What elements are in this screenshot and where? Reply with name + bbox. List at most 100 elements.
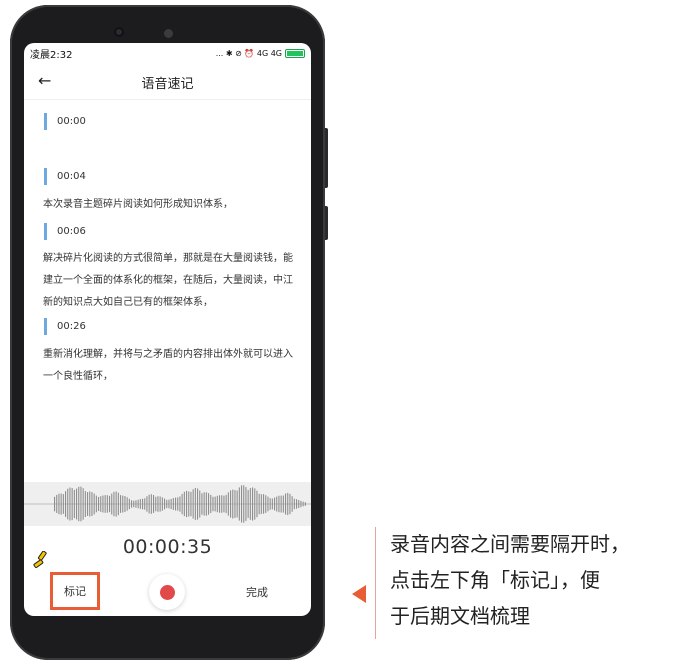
waveform-bar [194,488,196,520]
waveform-bar [291,496,293,512]
waveform-bar [111,493,113,515]
time-marker-bar [44,113,47,130]
waveform-bar [280,495,282,513]
time-marker-bar [44,223,47,240]
waveform-bar [102,495,104,513]
waveform-bar [128,498,130,510]
transcript-text: 重新消化理解，并将与之矛盾的内容排出体外就可以进入一个良性循环， [43,349,293,382]
waveform-bar [238,487,240,521]
waveform-bar [190,491,192,517]
waveform-bar [159,496,161,512]
annotation-text: 录音内容之间需要隔开时， 点击左下角「标记」，便 于后期文档梳理 [390,526,690,634]
done-button[interactable]: 完成 [246,584,268,600]
waveform-bar [199,490,201,518]
camera-icon [114,27,124,37]
waveform-bar [285,493,287,515]
battery-icon [285,48,305,58]
record-icon [159,584,175,600]
time-stamp: 00:06 [44,223,86,240]
waveform-bar [289,493,291,515]
waveform-bar [221,495,223,513]
waveform-bar [188,491,190,517]
waveform-bar [82,488,84,520]
waveform-bar [142,498,144,510]
waveform-bar [164,498,166,510]
waveform-bar [271,498,273,510]
record-button[interactable] [149,574,185,610]
pointer-arrow-icon [352,585,366,603]
waveform-bar [113,491,115,517]
waveform-bar [137,499,139,509]
waveform-bar [216,495,218,513]
waveform-bar [120,495,122,513]
page-title: 语音速记 [141,77,194,92]
waveform-bar [267,496,269,512]
annotation-line: 点击左下角「标记」，便 [390,568,600,592]
time-stamp-text: 00:26 [57,321,86,332]
waveform-bar [98,497,100,511]
waveform-bar [124,496,126,512]
waveform-bar [93,493,95,515]
waveform-bar [62,494,64,514]
waveform-bar [126,497,128,511]
waveform-bar [225,494,227,514]
waveform-bar [269,498,271,510]
waveform-bar [106,495,108,513]
waveform-bar [76,488,78,520]
status-icons: ... ✱ ⊘ ⏰ 4G 4G [216,48,305,58]
waveform-bar [287,492,289,516]
phone-screen: 凌晨2:32 ... ✱ ⊘ ⏰ 4G 4G ← 语音速记 00:00 00:0… [24,43,311,616]
waveform-bar [100,496,102,512]
waveform-bar [234,490,236,518]
recording-timer: 00:00:35 [122,536,213,558]
waveform-bar [186,490,188,518]
waveform-bar [252,487,254,521]
waveform [24,482,311,526]
waveform-bar [243,485,245,523]
waveform-bar [148,494,150,514]
waveform-bar [298,500,300,508]
waveform-bar [227,492,229,516]
waveform-bar [109,495,111,513]
waveform-bar [89,491,91,517]
waveform-bar [65,491,67,517]
waveform-bar [249,488,251,520]
waveform-bar [80,486,82,522]
waveform-bar [56,494,58,513]
waveform-bar [168,499,170,509]
waveform-bar [208,493,210,515]
waveform-bar [95,495,97,513]
app-header: ← 语音速记 [24,63,311,100]
waveform-bar [181,493,183,515]
waveform-bar [197,488,199,520]
waveform-bar [84,491,86,517]
waveform-bar [210,494,212,513]
waveform-bar [258,493,260,515]
waveform-bar [214,496,216,512]
waveform-bar [58,493,60,515]
waveform-bar [67,488,69,520]
waveform-bar [205,492,207,516]
time-stamp-text: 00:04 [57,171,86,182]
time-marker-bar [44,318,47,335]
waveform-bar [69,487,71,521]
waveform-bar [300,500,302,508]
time-stamp: 00:04 [44,168,86,185]
mark-button[interactable]: 标记 [50,572,100,610]
annotation-line: 于后期文档梳理 [390,604,530,628]
waveform-bar [117,492,119,516]
waveform-bar [254,488,256,520]
waveform-bar [144,498,146,510]
time-stamp-text: 00:00 [57,116,86,127]
waveform-bar [54,496,56,512]
waveform-graphic [24,485,311,523]
waveform-bar [304,502,306,506]
waveform-bar [122,495,124,513]
waveform-bar [296,499,298,509]
waveform-bar [302,501,304,507]
waveform-bar [73,489,75,519]
annotation-line: 录音内容之间需要隔开时， [390,532,630,556]
waveform-bar [170,498,172,510]
waveform-bar [150,494,152,514]
waveform-bar [274,497,276,511]
